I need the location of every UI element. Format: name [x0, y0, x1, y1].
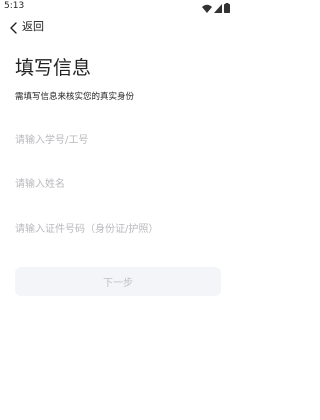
- page-subtitle: 需填写信息来核实您的真实身份: [15, 92, 135, 102]
- status-time: 5:13: [4, 1, 25, 11]
- back-button[interactable]: 返回: [8, 18, 44, 36]
- verify-info-screen: 5:13 返回 填写信息 需填写信息来核实您的真实身份 请输入学号/工号 请输入…: [0, 0, 235, 420]
- student-id-input[interactable]: [15, 133, 220, 149]
- status-bar: 5:13: [0, 0, 235, 14]
- battery-icon: [224, 0, 230, 17]
- next-button[interactable]: 下一步: [15, 267, 221, 296]
- page-title: 填写信息: [15, 57, 92, 79]
- chevron-left-icon: [8, 20, 20, 34]
- status-icons: [202, 2, 230, 13]
- wifi-icon: [202, 0, 212, 17]
- name-input[interactable]: [15, 177, 220, 193]
- signal-icon: [214, 0, 222, 17]
- id-number-input[interactable]: [15, 222, 220, 238]
- back-label: 返回: [22, 20, 44, 33]
